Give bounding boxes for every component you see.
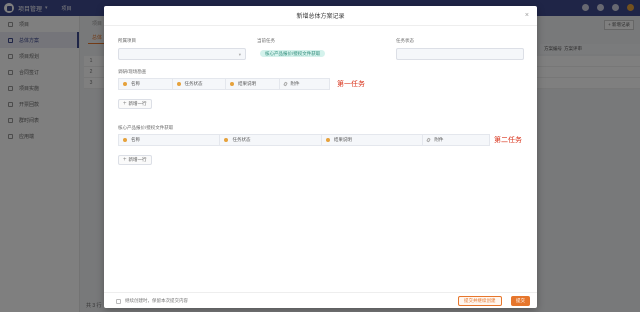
- plus-icon: +: [123, 101, 127, 107]
- column-header[interactable]: 结果说明: [322, 135, 424, 145]
- submit-and-continue-button[interactable]: 提交并继续创建: [458, 296, 502, 306]
- status-field-icon: [176, 82, 181, 86]
- subtable-header: 名称 任务状态 结果说明 附件: [118, 134, 490, 146]
- section-title: 核心产品报价/授权文件获取: [118, 125, 174, 130]
- checkbox-label: 继续创建时，保留本次提交内容: [125, 298, 188, 303]
- column-label: 名称: [131, 81, 140, 86]
- field-label: 所属项目: [118, 38, 136, 43]
- dialog-header: 新增总体方案记录 ×: [104, 6, 537, 26]
- section-title: 调研/现场勘查: [118, 69, 147, 74]
- column-header[interactable]: 任务状态: [220, 135, 322, 145]
- column-label: 结果说明: [333, 137, 352, 142]
- column-header[interactable]: 名称: [119, 135, 221, 145]
- column-label: 任务状态: [232, 137, 251, 142]
- new-plan-record-dialog: 新增总体方案记录 × 所属项目 ▾ 当前任务 核心产品报价/授权文件获取 任务状…: [104, 6, 537, 308]
- dialog-title: 新增总体方案记录: [296, 14, 345, 20]
- text-field-icon: [123, 138, 127, 142]
- chevron-down-icon[interactable]: ▾: [239, 52, 241, 58]
- annotation-second-task: 第二任务: [494, 136, 522, 144]
- column-label: 结果说明: [238, 81, 256, 86]
- text-field-icon: [123, 82, 127, 86]
- task-status-field: 任务状态: [396, 38, 524, 60]
- column-header[interactable]: 任务状态: [173, 79, 226, 89]
- annotation-first-task: 第一任务: [337, 80, 365, 88]
- current-task-field: 当前任务 核心产品报价/授权文件获取: [257, 38, 385, 60]
- add-row-label: 新增一行: [128, 101, 147, 106]
- column-header[interactable]: 名称: [119, 79, 173, 89]
- add-row-label: 新增一行: [128, 157, 147, 162]
- close-icon[interactable]: ×: [525, 12, 529, 19]
- subtable-header: 名称 任务状态 结果说明 附件: [118, 78, 330, 90]
- column-label: 名称: [131, 137, 140, 142]
- column-header[interactable]: 结果说明: [226, 79, 280, 89]
- attachment-icon: [282, 81, 288, 87]
- text-field-icon: [325, 138, 330, 142]
- column-label: 任务状态: [184, 81, 203, 86]
- current-task-tag: 核心产品报价/授权文件获取: [260, 50, 326, 57]
- checkbox[interactable]: [116, 298, 121, 304]
- form-row: 所属项目 ▾ 当前任务 核心产品报价/授权文件获取 任务状态: [118, 38, 524, 68]
- submit-button[interactable]: 提交: [511, 296, 530, 306]
- column-header[interactable]: 附件: [423, 135, 489, 145]
- text-field-icon: [230, 82, 234, 86]
- plus-icon: +: [123, 157, 127, 163]
- related-project-select[interactable]: ▾: [118, 48, 246, 60]
- add-row-button[interactable]: + 新增一行: [118, 99, 152, 109]
- column-header[interactable]: 附件: [280, 79, 330, 89]
- field-label: 当前任务: [257, 38, 275, 43]
- attachment-icon: [426, 137, 432, 143]
- column-label: 附件: [290, 81, 300, 86]
- current-task-value: 核心产品报价/授权文件获取: [257, 48, 385, 60]
- keep-content-checkbox[interactable]: 继续创建时，保留本次提交内容: [116, 298, 188, 304]
- related-project-field: 所属项目 ▾: [118, 38, 246, 60]
- add-row-button[interactable]: + 新增一行: [118, 155, 152, 165]
- dialog-footer: 继续创建时，保留本次提交内容 提交并继续创建 提交: [104, 292, 537, 308]
- column-label: 附件: [434, 137, 444, 142]
- status-field-icon: [224, 138, 229, 142]
- field-label: 任务状态: [396, 38, 414, 43]
- task-status-input[interactable]: [396, 48, 524, 60]
